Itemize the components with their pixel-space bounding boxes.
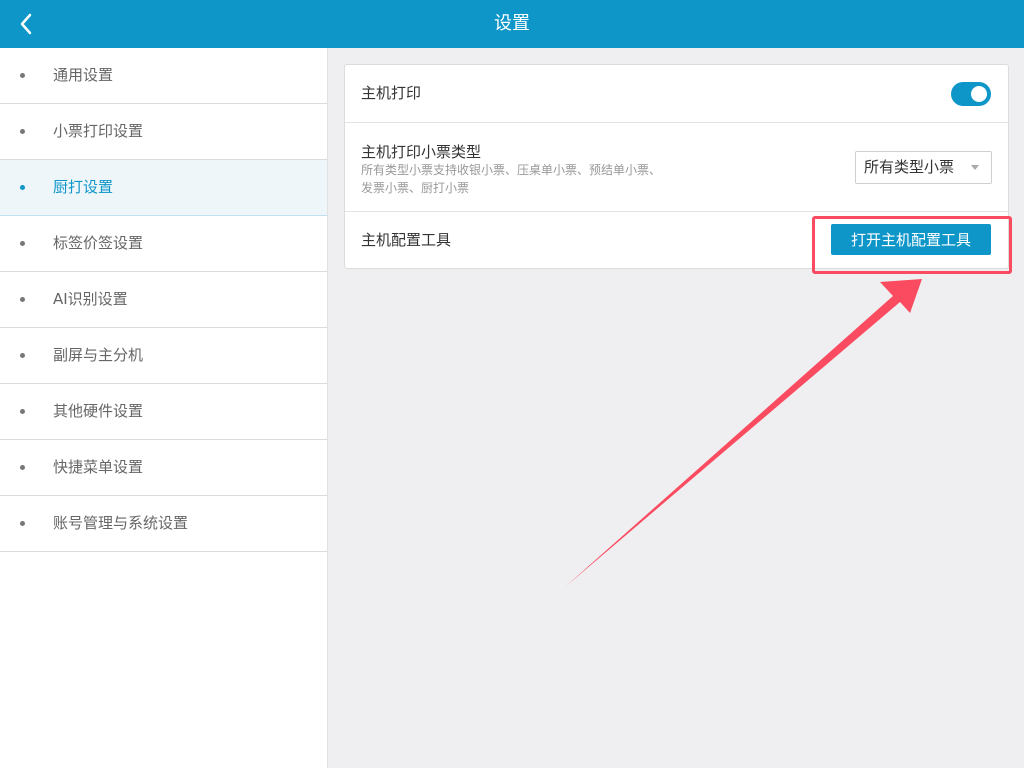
toggle-knob <box>971 86 987 102</box>
arrow-shape <box>565 279 922 587</box>
bullet-icon <box>20 297 25 302</box>
bullet-icon <box>20 409 25 414</box>
open-config-tool-button[interactable]: 打开主机配置工具 <box>831 224 991 255</box>
config-tool-row: 主机配置工具 打开主机配置工具 <box>345 212 1008 268</box>
bullet-icon <box>20 521 25 526</box>
receipt-type-description: 所有类型小票支持收银小票、压桌单小票、预结单小票、发票小票、厨打小票 <box>361 163 662 195</box>
receipt-type-select[interactable]: 所有类型小票 <box>855 151 992 184</box>
host-print-toggle[interactable] <box>951 82 991 106</box>
back-button[interactable] <box>8 6 44 42</box>
receipt-type-selected-value: 所有类型小票 <box>864 158 955 176</box>
chevron-left-icon <box>20 13 32 35</box>
config-tool-label: 主机配置工具 <box>361 231 452 249</box>
sidebar-item-general[interactable]: 通用设置 <box>0 48 327 104</box>
top-bar: 设置 <box>0 0 1024 48</box>
settings-sidebar: 通用设置 小票打印设置 厨打设置 标签价签设置 AI识别设置 副屏与主分机 其他… <box>0 48 328 768</box>
sidebar-item-label-price-tag[interactable]: 标签价签设置 <box>0 216 327 272</box>
caret-down-icon <box>971 165 979 170</box>
bullet-icon <box>20 185 25 190</box>
sidebar-item-shortcut-menu[interactable]: 快捷菜单设置 <box>0 440 327 496</box>
page-title: 设置 <box>494 13 530 34</box>
host-print-label: 主机打印 <box>361 84 422 102</box>
sidebar-item-label: 标签价签设置 <box>53 234 144 252</box>
sidebar-item-label: 账号管理与系统设置 <box>53 514 189 532</box>
sidebar-item-label: AI识别设置 <box>53 290 128 308</box>
sidebar-item-label: 小票打印设置 <box>53 122 144 140</box>
bullet-icon <box>20 129 25 134</box>
bullet-icon <box>20 353 25 358</box>
sidebar-item-ai-recognition[interactable]: AI识别设置 <box>0 272 327 328</box>
sidebar-item-label: 副屏与主分机 <box>53 346 144 364</box>
bullet-icon <box>20 465 25 470</box>
bullet-icon <box>20 241 25 246</box>
sidebar-item-label: 其他硬件设置 <box>53 402 144 420</box>
sidebar-item-other-hardware[interactable]: 其他硬件设置 <box>0 384 327 440</box>
sidebar-item-secondary-screen[interactable]: 副屏与主分机 <box>0 328 327 384</box>
sidebar-item-label: 通用设置 <box>53 66 114 84</box>
sidebar-item-account-system[interactable]: 账号管理与系统设置 <box>0 496 327 552</box>
settings-card: 主机打印 主机打印小票类型 所有类型小票支持收银小票、压桌单小票、预结单小票、发… <box>344 64 1009 269</box>
bullet-icon <box>20 73 25 78</box>
sidebar-item-receipt-print[interactable]: 小票打印设置 <box>0 104 327 160</box>
sidebar-item-label: 快捷菜单设置 <box>53 458 144 476</box>
receipt-type-row: 主机打印小票类型 所有类型小票支持收银小票、压桌单小票、预结单小票、发票小票、厨… <box>345 123 1008 212</box>
host-print-row: 主机打印 <box>345 65 1008 123</box>
receipt-type-label: 主机打印小票类型 <box>361 143 482 161</box>
sidebar-item-label: 厨打设置 <box>53 178 114 196</box>
sidebar-item-kitchen-print[interactable]: 厨打设置 <box>0 160 327 216</box>
